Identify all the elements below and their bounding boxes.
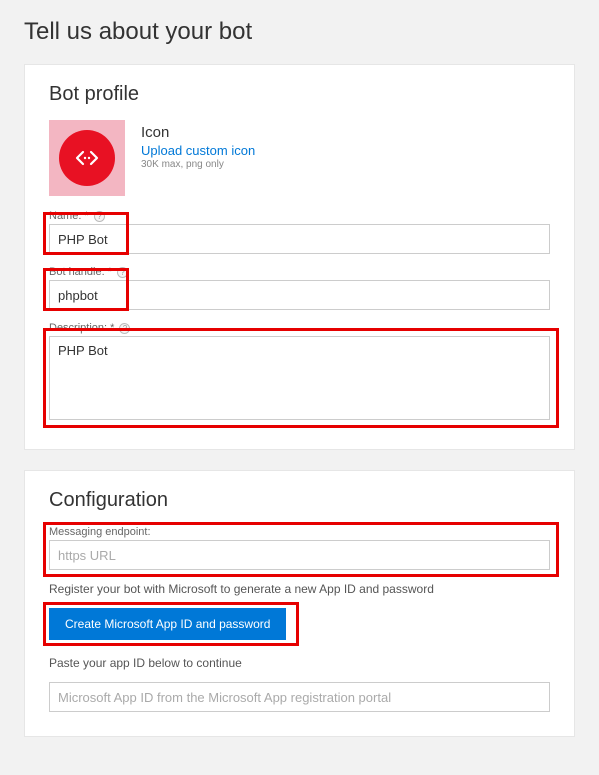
bot-icon-tile bbox=[49, 120, 125, 196]
paste-text: Paste your app ID below to continue bbox=[49, 656, 550, 670]
name-label: Name: * ? bbox=[49, 210, 550, 222]
icon-meta: Icon Upload custom icon 30K max, png onl… bbox=[141, 120, 255, 170]
endpoint-label: Messaging endpoint: bbox=[49, 526, 550, 538]
description-input[interactable] bbox=[49, 336, 550, 420]
handle-input[interactable] bbox=[49, 280, 550, 310]
code-icon bbox=[72, 143, 102, 173]
name-input[interactable] bbox=[49, 224, 550, 254]
appid-input[interactable] bbox=[49, 682, 550, 712]
page-title: Tell us about your bot bbox=[24, 18, 575, 46]
description-label: Description: * ? bbox=[49, 322, 550, 334]
handle-label: Bot handle: * ? bbox=[49, 266, 550, 278]
upload-hint: 30K max, png only bbox=[141, 159, 255, 170]
upload-icon-link[interactable]: Upload custom icon bbox=[141, 143, 255, 158]
help-icon[interactable]: ? bbox=[117, 267, 128, 278]
icon-title: Icon bbox=[141, 124, 255, 141]
icon-row: Icon Upload custom icon 30K max, png onl… bbox=[49, 120, 550, 196]
help-icon[interactable]: ? bbox=[94, 211, 105, 222]
configuration-heading: Configuration bbox=[49, 489, 550, 512]
bot-icon-circle bbox=[59, 130, 115, 186]
help-icon[interactable]: ? bbox=[119, 323, 130, 334]
endpoint-input[interactable] bbox=[49, 540, 550, 570]
bot-profile-card: Bot profile Icon Upload custom icon 30K … bbox=[24, 64, 575, 450]
register-text: Register your bot with Microsoft to gene… bbox=[49, 582, 550, 596]
bot-profile-heading: Bot profile bbox=[49, 83, 550, 106]
configuration-card: Configuration Messaging endpoint: Regist… bbox=[24, 470, 575, 737]
create-app-id-button[interactable]: Create Microsoft App ID and password bbox=[49, 608, 286, 640]
